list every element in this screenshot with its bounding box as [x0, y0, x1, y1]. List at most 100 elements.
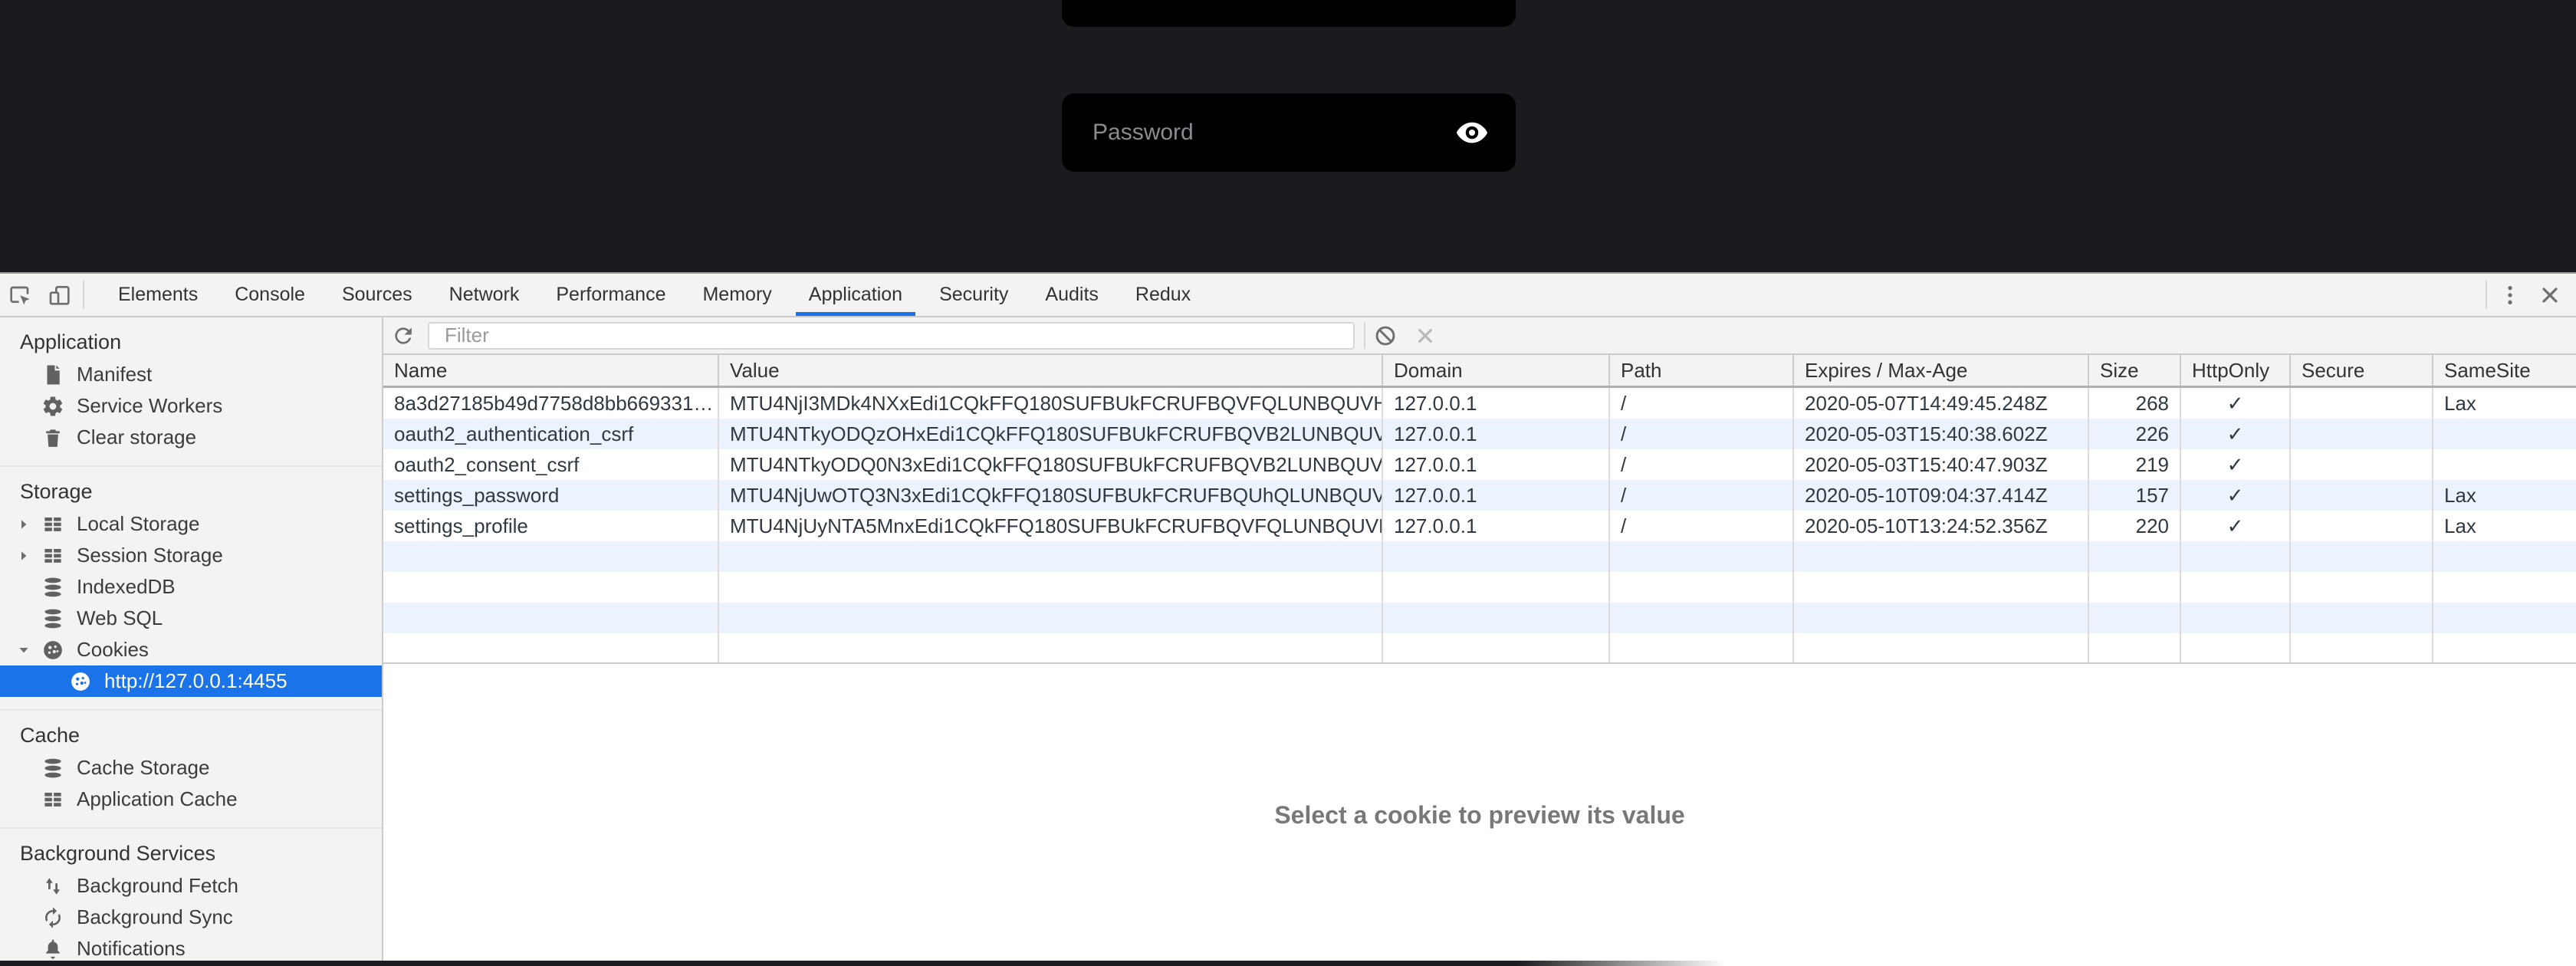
sidebar-item-label: Background Fetch [77, 874, 238, 898]
tab-application[interactable]: Application [796, 274, 915, 316]
cell-name-empty [383, 541, 719, 572]
sidebar-item-label: http://127.0.0.1:4455 [104, 669, 288, 693]
cell-httponly: ✓ [2181, 480, 2291, 511]
sidebar-item-application-cache[interactable]: Application Cache [0, 784, 382, 815]
cell-domain: 127.0.0.1 [1383, 419, 1610, 449]
cell-name: oauth2_consent_csrf [383, 449, 719, 480]
table-row[interactable]: 8a3d27185b49d7758d8bb669331…MTU4NjI3MDk4… [383, 388, 2576, 419]
tab-audits[interactable]: Audits [1032, 274, 1111, 316]
sidebar-item-web-sql[interactable]: Web SQL [0, 603, 382, 634]
sync-icon [40, 905, 66, 931]
cell-expires: 2020-05-10T09:04:37.414Z [1794, 480, 2089, 511]
sidebar-item-http-127-0-0-1-4455[interactable]: http://127.0.0.1:4455 [0, 665, 382, 697]
disclosure-spacer [17, 426, 40, 449]
password-field[interactable] [1062, 94, 1516, 172]
cell-httponly: ✓ [2181, 419, 2291, 449]
sidebar-item-notifications[interactable]: Notifications [0, 933, 382, 964]
database-icon [40, 755, 66, 781]
tab-security[interactable]: Security [926, 274, 1021, 316]
sidebar-item-cookies[interactable]: Cookies [0, 634, 382, 665]
table-row[interactable]: settings_profileMTU4NjUyNTA5MnxEdi1CQkFF… [383, 511, 2576, 541]
password-input[interactable] [1062, 120, 1454, 146]
sidebar-item-label: Web SQL [77, 606, 163, 630]
email-field-partial[interactable] [1062, 0, 1516, 27]
column-header-secure[interactable]: Secure [2291, 355, 2433, 386]
column-header-expires-max-age[interactable]: Expires / Max-Age [1794, 355, 2089, 386]
table-icon [40, 511, 66, 537]
cell-httponly-empty [2181, 603, 2291, 633]
chevron-right-icon[interactable] [17, 513, 40, 536]
table-row[interactable]: oauth2_authentication_csrfMTU4NTkyODQzOH… [383, 419, 2576, 449]
cell-samesite-empty [2433, 603, 2576, 633]
bell-icon [40, 936, 66, 962]
cell-path-empty [1610, 541, 1794, 572]
cookie-icon [40, 637, 66, 663]
cell-value: MTU4NjUyNTA5MnxEdi1CQkFFQ180SUFBUkFCRUFB… [719, 511, 1383, 541]
device-toolbar-button[interactable] [40, 274, 80, 316]
table-row[interactable]: oauth2_consent_csrfMTU4NTkyODQ0N3xEdi1CQ… [383, 449, 2576, 480]
sidebar-item-manifest[interactable]: Manifest [0, 359, 382, 390]
column-header-httponly[interactable]: HttpOnly [2181, 355, 2291, 386]
cell-value: MTU4NTkyODQzOHxEdi1CQkFFQ180SUFBUkFCRUFB… [719, 419, 1383, 449]
sidebar-item-session-storage[interactable]: Session Storage [0, 540, 382, 571]
cell-domain: 127.0.0.1 [1383, 480, 1610, 511]
chevron-right-icon[interactable] [17, 544, 40, 567]
kebab-menu-icon[interactable] [2490, 274, 2530, 316]
disclosure-spacer [17, 906, 40, 929]
chevron-down-icon[interactable] [17, 639, 40, 662]
eye-icon[interactable] [1454, 115, 1490, 150]
column-header-samesite[interactable]: SameSite [2433, 355, 2576, 386]
tab-performance[interactable]: Performance [543, 274, 678, 316]
sidebar-item-local-storage[interactable]: Local Storage [0, 508, 382, 540]
sidebar-section-title: Application [0, 325, 382, 359]
close-icon[interactable] [2530, 274, 2570, 316]
sidebar-item-label: Session Storage [77, 544, 223, 567]
cell-size-empty [2089, 633, 2181, 664]
cell-secure [2291, 388, 2433, 419]
inspect-element-button[interactable] [0, 274, 40, 316]
column-header-name[interactable]: Name [383, 355, 719, 386]
table-filler-row [383, 572, 2576, 603]
cell-expires-empty [1794, 572, 2089, 603]
table-row[interactable]: settings_passwordMTU4NjUwOTQ3N3xEdi1CQkF… [383, 480, 2576, 511]
clear-all-cookies-icon[interactable] [1365, 317, 1405, 353]
cell-samesite [2433, 419, 2576, 449]
sidebar-item-clear-storage[interactable]: Clear storage [0, 422, 382, 453]
tab-redux[interactable]: Redux [1122, 274, 1204, 316]
column-header-domain[interactable]: Domain [1383, 355, 1610, 386]
cell-value-empty [719, 541, 1383, 572]
toolbar-divider [2486, 281, 2487, 309]
cookie-preview-pane: Select a cookie to preview its value [383, 664, 2576, 966]
cell-name-empty [383, 572, 719, 603]
column-header-value[interactable]: Value [719, 355, 1383, 386]
table-filler-row [383, 541, 2576, 572]
cell-size-empty [2089, 572, 2181, 603]
tab-console[interactable]: Console [222, 274, 318, 316]
sidebar-item-label: Cookies [77, 638, 149, 662]
tab-sources[interactable]: Sources [329, 274, 426, 316]
cookie-table-body: 8a3d27185b49d7758d8bb669331…MTU4NjI3MDk4… [383, 388, 2576, 664]
cookie-filter-input[interactable] [428, 322, 1355, 350]
cell-size: 268 [2089, 388, 2181, 419]
cookie-icon [67, 669, 94, 695]
tab-elements[interactable]: Elements [105, 274, 211, 316]
column-header-size[interactable]: Size [2089, 355, 2181, 386]
delete-selected-icon[interactable] [1405, 317, 1445, 353]
refresh-icon[interactable] [383, 317, 423, 353]
table-icon [40, 787, 66, 813]
sidebar-item-cache-storage[interactable]: Cache Storage [0, 752, 382, 784]
sidebar-item-service-workers[interactable]: Service Workers [0, 390, 382, 422]
cookies-panel: NameValueDomainPathExpires / Max-AgeSize… [383, 317, 2576, 966]
sidebar-item-background-sync[interactable]: Background Sync [0, 902, 382, 933]
disclosure-spacer [17, 788, 40, 811]
sidebar-item-indexeddb[interactable]: IndexedDB [0, 571, 382, 603]
tab-memory[interactable]: Memory [689, 274, 784, 316]
sidebar-section-title: Cache [0, 718, 382, 752]
cell-samesite [2433, 449, 2576, 480]
sidebar-item-background-fetch[interactable]: Background Fetch [0, 870, 382, 902]
cell-path: / [1610, 480, 1794, 511]
cell-path-empty [1610, 572, 1794, 603]
column-header-path[interactable]: Path [1610, 355, 1794, 386]
sidebar-item-label: Background Sync [77, 905, 233, 929]
tab-network[interactable]: Network [436, 274, 533, 316]
